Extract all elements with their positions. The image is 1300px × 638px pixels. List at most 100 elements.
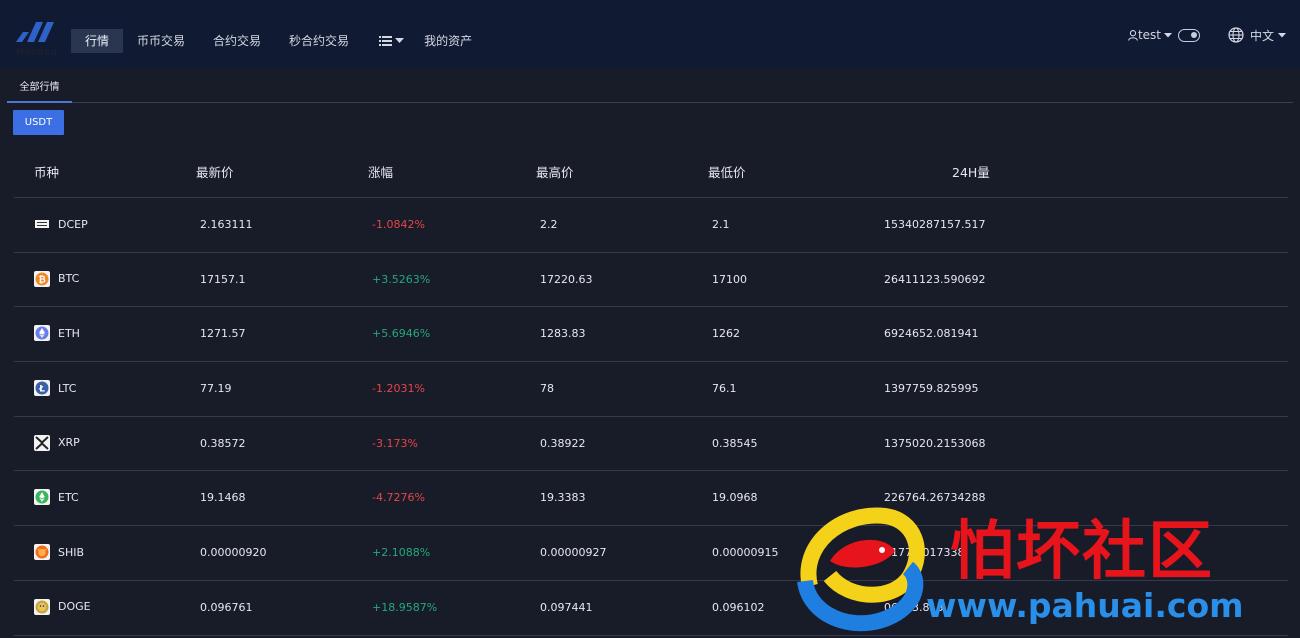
table-row[interactable]: ETC 19.1468 -4.7276% 19.3383 19.0968 226… (14, 471, 1288, 527)
high-price: 78 (540, 382, 554, 396)
svg-text:₿: ₿ (38, 274, 45, 285)
coin-cell: SHIB (34, 544, 84, 561)
change-percent: -4.7276% (372, 491, 425, 505)
change-percent: +5.6946% (372, 327, 431, 341)
table-row[interactable]: DCEP 2.163111 -1.0842% 2.2 2.1 153402871… (14, 198, 1288, 253)
coin-name: LTC (58, 381, 77, 395)
coin-cell: XRP (34, 434, 80, 451)
volume-24h: 15340287157.517 (884, 218, 986, 231)
top-navbar: Nasdaq 行情 币币交易 合约交易 秒合约交易 我的资产 test 中文 (0, 0, 1300, 69)
globe-icon (1228, 27, 1244, 43)
coin-cell: DOGE (34, 598, 91, 615)
language-selector[interactable]: 中文 (1228, 27, 1286, 44)
change-percent: -1.0842% (372, 218, 425, 231)
nav-contract-trading[interactable]: 合约交易 (199, 29, 275, 53)
coin-name: ETC (58, 490, 79, 504)
ltc-icon: Ł (34, 380, 50, 397)
high-price: 2.2 (540, 218, 558, 231)
header-low[interactable]: 最低价 (708, 162, 746, 181)
tab-all-markets[interactable]: 全部行情 (7, 75, 72, 103)
shib-icon (34, 544, 50, 561)
high-price: 0.097441 (540, 600, 593, 614)
volume-24h: 6924652.081941 (884, 327, 979, 341)
coin-cell: DCEP (34, 216, 88, 232)
market-table: 币种 最新价 涨幅 最高价 最低价 24H量 DCEP 2.163111 -1.… (14, 142, 1288, 636)
low-price: 2.1 (712, 218, 730, 231)
volume-24h: 06873.813 (884, 600, 944, 614)
volume-24h: 226764.26734288 (884, 491, 986, 505)
main-nav: 行情 币币交易 合约交易 秒合约交易 我的资产 (71, 29, 486, 53)
table-row[interactable]: DOGE 0.096761 +18.9587% 0.097441 0.09610… (14, 581, 1288, 636)
nav-spot-trading[interactable]: 币币交易 (123, 29, 199, 53)
low-price: 0.00000915 (712, 546, 779, 560)
volume-24h: 91773.017338 (884, 546, 965, 560)
coin-cell: ETH (34, 325, 80, 342)
table-row[interactable]: SHIB 0.00000920 +2.1088% 0.00000927 0.00… (14, 526, 1288, 581)
high-price: 1283.83 (540, 327, 586, 341)
latest-price: 17157.1 (200, 272, 246, 286)
etc-icon (34, 489, 50, 506)
caret-down-icon (395, 38, 405, 43)
low-price: 19.0968 (712, 491, 758, 505)
logo-text: Nasdaq (16, 47, 57, 58)
language-label: 中文 (1249, 28, 1274, 43)
high-price: 19.3383 (540, 491, 586, 505)
header-latest-price[interactable]: 最新价 (196, 162, 234, 181)
header-24h-volume[interactable]: 24H量 (952, 162, 990, 181)
coin-name: BTC (58, 272, 80, 286)
latest-price: 0.38572 (200, 436, 246, 450)
coin-cell: Ł LTC (34, 380, 77, 397)
theme-toggle[interactable] (1177, 28, 1200, 42)
coin-name: ETH (58, 326, 80, 340)
nav-second-contract[interactable]: 秒合约交易 (275, 29, 363, 53)
change-percent: -1.2031% (372, 382, 425, 396)
market-tabs: 全部行情 (7, 75, 1293, 103)
high-price: 0.00000927 (540, 546, 607, 560)
latest-price: 77.19 (200, 382, 232, 396)
table-row[interactable]: ETH 1271.57 +5.6946% 1283.83 1262 692465… (14, 307, 1288, 363)
caret-down-icon (1278, 32, 1286, 37)
usdt-filter-button[interactable]: USDT (13, 110, 64, 135)
user-icon (1127, 29, 1138, 41)
table-row[interactable]: ₿ BTC 17157.1 +3.5263% 17220.63 17100 26… (14, 253, 1288, 308)
low-price: 0.096102 (712, 600, 765, 614)
caret-down-icon (1163, 32, 1172, 37)
header-coin: 币种 (34, 165, 60, 180)
header-tools: test 中文 (1127, 26, 1286, 44)
user-menu[interactable]: test (1127, 28, 1172, 42)
change-percent: +3.5263% (372, 272, 431, 286)
table-row[interactable]: XRP 0.38572 -3.173% 0.38922 0.38545 1375… (14, 417, 1288, 472)
btc-icon: ₿ (34, 270, 50, 287)
coin-name: DOGE (58, 600, 91, 614)
header-high[interactable]: 最高价 (536, 162, 574, 181)
dcep-icon (35, 220, 49, 228)
toggle-knob (1190, 31, 1197, 38)
nav-markets[interactable]: 行情 (71, 29, 124, 53)
high-price: 17220.63 (540, 272, 593, 286)
change-percent: -3.173% (372, 436, 418, 450)
latest-price: 1271.57 (200, 327, 246, 341)
table-header: 币种 最新价 涨幅 最高价 最低价 24H量 (14, 142, 1288, 198)
change-percent: +18.9587% (372, 600, 438, 614)
coin-cell: ₿ BTC (34, 270, 80, 287)
volume-24h: 26411123.590692 (884, 272, 986, 286)
low-price: 1262 (712, 327, 740, 341)
table-row[interactable]: Ł LTC 77.19 -1.2031% 78 76.1 1397759.825… (14, 362, 1288, 417)
nav-more-dropdown[interactable] (363, 29, 420, 53)
coin-cell: ETC (34, 489, 79, 506)
volume-24h: 1375020.2153068 (884, 436, 986, 450)
coin-name: XRP (58, 436, 80, 450)
eth-icon (34, 325, 50, 342)
volume-24h: 1397759.825995 (884, 382, 979, 396)
latest-price: 0.00000920 (200, 546, 267, 560)
latest-price: 2.163111 (200, 218, 253, 231)
low-price: 0.38545 (712, 436, 758, 450)
latest-price: 19.1468 (200, 491, 246, 505)
nav-my-assets[interactable]: 我的资产 (420, 29, 486, 53)
high-price: 0.38922 (540, 436, 586, 450)
low-price: 76.1 (712, 382, 737, 396)
header-change[interactable]: 涨幅 (368, 162, 393, 181)
doge-icon (34, 598, 50, 615)
coin-name: DCEP (58, 217, 88, 231)
xrp-icon (34, 434, 50, 451)
